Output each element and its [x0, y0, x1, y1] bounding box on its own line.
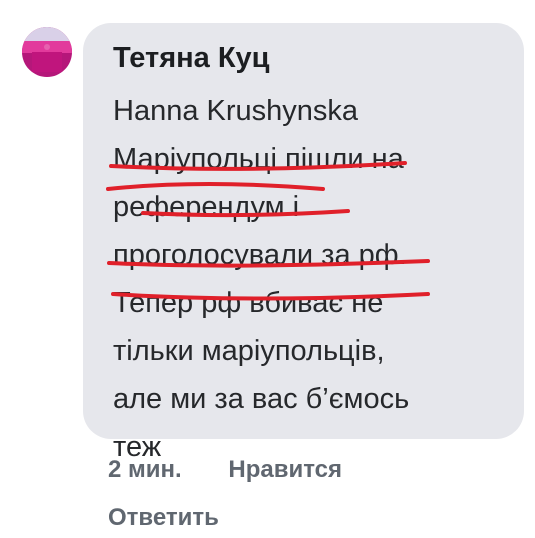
avatar[interactable]: [22, 27, 72, 77]
avatar-image: [22, 27, 72, 77]
comment-bubble: Тетяна Куц Hanna Krushynska Маріупольці …: [83, 23, 524, 463]
timestamp[interactable]: 2 мин.: [108, 456, 182, 483]
comment-line: Маріупольці пішли на: [113, 143, 404, 175]
comment-author[interactable]: Тетяна Куц: [113, 40, 270, 76]
comment-line: тільки маріупольців,: [113, 335, 385, 367]
comment-line: референдум і: [113, 191, 300, 223]
comment-line: проголосували за рф.: [113, 239, 407, 271]
comment-line: Тепер рф вбиває не: [113, 287, 384, 319]
comment-line: але ми за вас б’ємось: [113, 383, 410, 415]
comment-actions: 2 мин. Нравится Ответить: [108, 452, 382, 536]
comment-line-mention[interactable]: Hanna Krushynska: [113, 87, 409, 135]
reply-button[interactable]: Ответить: [108, 504, 219, 531]
like-button[interactable]: Нравится: [228, 456, 342, 483]
comment-text: Hanna Krushynska Маріупольці пішли на ре…: [113, 87, 409, 471]
